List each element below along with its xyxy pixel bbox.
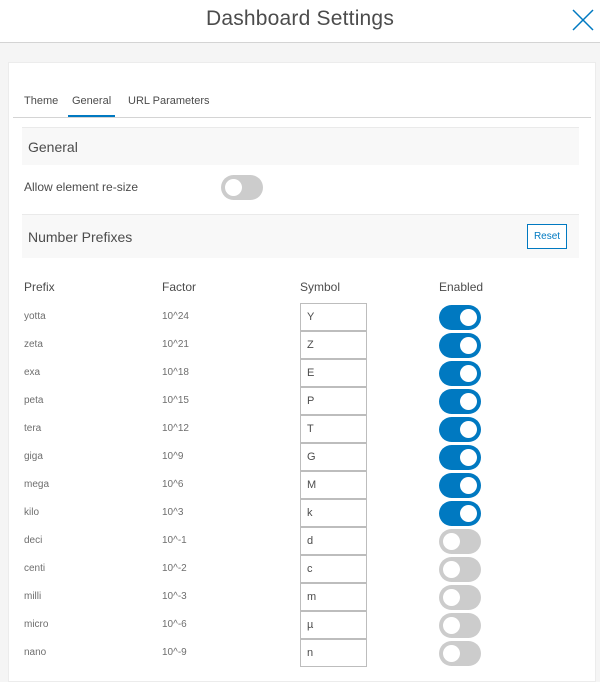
toggle-knob — [225, 179, 242, 196]
prefix-row: yotta 10^24 — [9, 303, 595, 331]
tab-theme[interactable]: Theme — [24, 95, 58, 117]
prefix-factor: 10^-3 — [162, 591, 187, 602]
allow-resize-label: Allow element re-size — [24, 180, 139, 194]
settings-panel: Theme General URL Parameters General All… — [8, 62, 596, 682]
enabled-toggle[interactable] — [439, 473, 481, 498]
symbol-input[interactable] — [300, 415, 367, 443]
symbol-input[interactable] — [300, 331, 367, 359]
dialog-header: Dashboard Settings — [0, 0, 600, 43]
prefix-factor: 10^21 — [162, 339, 189, 350]
enabled-toggle[interactable] — [439, 613, 481, 638]
prefix-name: centi — [24, 563, 46, 574]
number-prefixes-section-title: Number Prefixes — [28, 229, 133, 245]
prefix-factor: 10^-9 — [162, 647, 187, 658]
toggle-knob — [460, 421, 477, 438]
symbol-input[interactable] — [300, 387, 367, 415]
symbol-input[interactable] — [300, 583, 367, 611]
prefix-name: peta — [24, 395, 44, 406]
toggle-knob — [460, 337, 477, 354]
enabled-toggle[interactable] — [439, 361, 481, 386]
prefix-factor: 10^3 — [162, 507, 184, 518]
prefix-name: yotta — [24, 311, 46, 322]
enabled-toggle[interactable] — [439, 641, 481, 666]
enabled-toggle[interactable] — [439, 333, 481, 358]
prefix-factor: 10^6 — [162, 479, 184, 490]
prefix-factor: 10^15 — [162, 395, 189, 406]
enabled-toggle[interactable] — [439, 585, 481, 610]
prefix-row: kilo 10^3 — [9, 499, 595, 527]
prefix-name: micro — [24, 619, 49, 630]
enabled-toggle[interactable] — [439, 557, 481, 582]
prefix-row: milli 10^-3 — [9, 583, 595, 611]
prefix-row: deci 10^-1 — [9, 527, 595, 555]
enabled-toggle[interactable] — [439, 417, 481, 442]
prefix-name: milli — [24, 591, 42, 602]
general-section-title: General — [28, 139, 78, 155]
toggle-knob — [460, 309, 477, 326]
prefix-row: exa 10^18 — [9, 359, 595, 387]
prefix-name: kilo — [24, 507, 40, 518]
symbol-input[interactable] — [300, 499, 367, 527]
allow-resize-toggle[interactable] — [221, 175, 263, 200]
column-header-prefix: Prefix — [24, 280, 55, 294]
toggle-knob — [460, 505, 477, 522]
toggle-knob — [460, 449, 477, 466]
enabled-toggle[interactable] — [439, 529, 481, 554]
tab-url-parameters[interactable]: URL Parameters — [128, 95, 210, 117]
dialog-title: Dashboard Settings — [205, 7, 395, 30]
enabled-toggle[interactable] — [439, 389, 481, 414]
prefix-row: peta 10^15 — [9, 387, 595, 415]
toggle-knob — [460, 365, 477, 382]
toggle-knob — [443, 589, 460, 606]
number-prefixes-section-header: Number Prefixes — [22, 214, 579, 258]
symbol-input[interactable] — [300, 303, 367, 331]
symbol-input[interactable] — [300, 611, 367, 639]
close-icon — [572, 9, 594, 31]
prefix-factor: 10^12 — [162, 423, 189, 434]
symbol-input[interactable] — [300, 443, 367, 471]
prefix-name: exa — [24, 367, 41, 378]
prefix-row: tera 10^12 — [9, 415, 595, 443]
prefix-row: mega 10^6 — [9, 471, 595, 499]
prefix-name: mega — [24, 479, 50, 490]
column-header-symbol: Symbol — [300, 280, 341, 294]
symbol-input[interactable] — [300, 555, 367, 583]
symbol-input[interactable] — [300, 527, 367, 555]
prefix-factor: 10^-1 — [162, 535, 187, 546]
column-header-enabled: Enabled — [439, 280, 484, 294]
symbol-input[interactable] — [300, 639, 367, 667]
toggle-knob — [443, 617, 460, 634]
toggle-knob — [460, 477, 477, 494]
symbol-input[interactable] — [300, 471, 367, 499]
enabled-toggle[interactable] — [439, 305, 481, 330]
prefix-row: giga 10^9 — [9, 443, 595, 471]
prefix-factor: 10^18 — [162, 367, 189, 378]
prefix-factor: 10^-6 — [162, 619, 187, 630]
prefix-row: nano 10^-9 — [9, 639, 595, 667]
prefix-name: tera — [24, 423, 42, 434]
prefix-name: giga — [24, 451, 43, 462]
close-button[interactable] — [571, 8, 595, 32]
enabled-toggle[interactable] — [439, 445, 481, 470]
prefix-factor: 10^9 — [162, 451, 184, 462]
reset-button[interactable]: Reset — [527, 224, 567, 249]
prefix-name: zeta — [24, 339, 43, 350]
toggle-knob — [460, 393, 477, 410]
tab-bar: Theme General URL Parameters — [13, 85, 591, 118]
symbol-input[interactable] — [300, 359, 367, 387]
enabled-toggle[interactable] — [439, 501, 481, 526]
prefix-factor: 10^-2 — [162, 563, 187, 574]
toggle-knob — [443, 561, 460, 578]
prefix-factor: 10^24 — [162, 311, 189, 322]
prefix-row: centi 10^-2 — [9, 555, 595, 583]
toggle-knob — [443, 645, 460, 662]
column-header-factor: Factor — [162, 280, 197, 294]
prefix-name: nano — [24, 647, 47, 658]
prefix-row: zeta 10^21 — [9, 331, 595, 359]
prefix-name: deci — [24, 535, 43, 546]
toggle-knob — [443, 533, 460, 550]
general-section-header: General — [22, 127, 579, 165]
tab-general[interactable]: General — [68, 95, 116, 117]
prefix-row: micro 10^-6 — [9, 611, 595, 639]
